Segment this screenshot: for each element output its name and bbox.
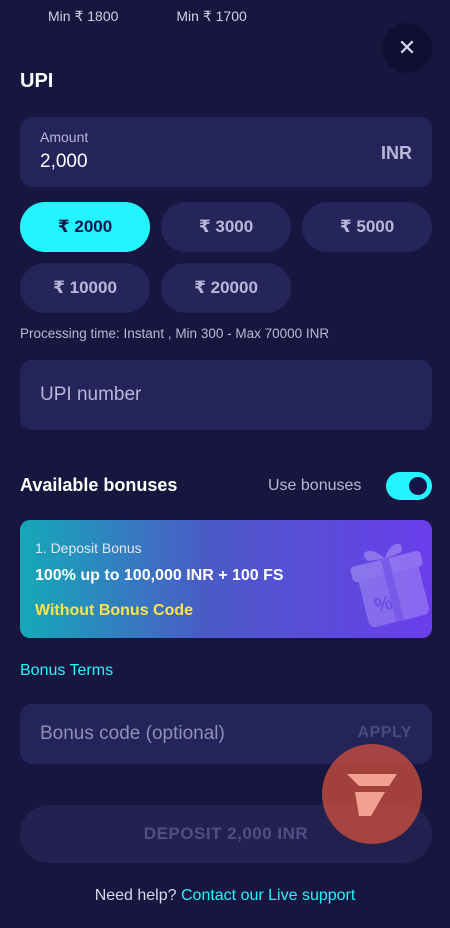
section-title: UPI [20, 70, 54, 92]
amount-field[interactable]: Amount 2,000 INR [20, 117, 432, 187]
use-bonuses-label: Use bonuses [268, 477, 362, 494]
live-support-link[interactable]: Contact our Live support [181, 887, 355, 904]
min-amount-1: Min ₹ 1800 [48, 8, 119, 24]
upi-number-input[interactable] [20, 360, 432, 430]
bonus-terms-link[interactable]: Bonus Terms [20, 662, 113, 680]
bonus-subtitle: 1. Deposit Bonus [35, 540, 142, 556]
close-button[interactable]: ✕ [382, 23, 432, 73]
amount-chip-5000[interactable]: ₹ 5000 [302, 202, 432, 252]
amount-chip-20000[interactable]: ₹ 20000 [161, 263, 291, 313]
processing-info: Processing time: Instant , Min 300 - Max… [20, 326, 330, 341]
amount-currency: INR [381, 143, 412, 163]
logo-mark [347, 774, 397, 816]
gift-icon: % [350, 543, 429, 628]
upi-number-field[interactable] [20, 360, 432, 430]
top-min-amounts: Min ₹ 1800 Min ₹ 1700 [48, 8, 247, 25]
apply-button[interactable]: APPLY [358, 724, 412, 742]
bonus-code-note: Without Bonus Code [35, 602, 194, 619]
toggle-knob [409, 477, 427, 495]
amount-value[interactable]: 2,000 [40, 151, 88, 173]
min-amount-2: Min ₹ 1700 [176, 8, 247, 24]
amount-chip-3000[interactable]: ₹ 3000 [161, 202, 291, 252]
use-bonuses-toggle[interactable] [386, 472, 432, 500]
bonus-card[interactable]: 1. Deposit Bonus 100% up to 100,000 INR … [20, 520, 432, 638]
amount-chip-10000[interactable]: ₹ 10000 [20, 263, 150, 313]
amount-chip-2000[interactable]: ₹ 2000 [20, 202, 150, 252]
close-icon: ✕ [397, 35, 417, 60]
bonuses-title: Available bonuses [20, 475, 178, 495]
amount-label: Amount [40, 129, 89, 145]
help-text: Need help? [94, 887, 177, 904]
help-line: Need help? Contact our Live support [0, 887, 450, 905]
logo-icon [322, 744, 422, 844]
bonus-offer: 100% up to 100,000 INR + 100 FS [35, 567, 284, 584]
bonus-code-input[interactable] [20, 704, 320, 764]
